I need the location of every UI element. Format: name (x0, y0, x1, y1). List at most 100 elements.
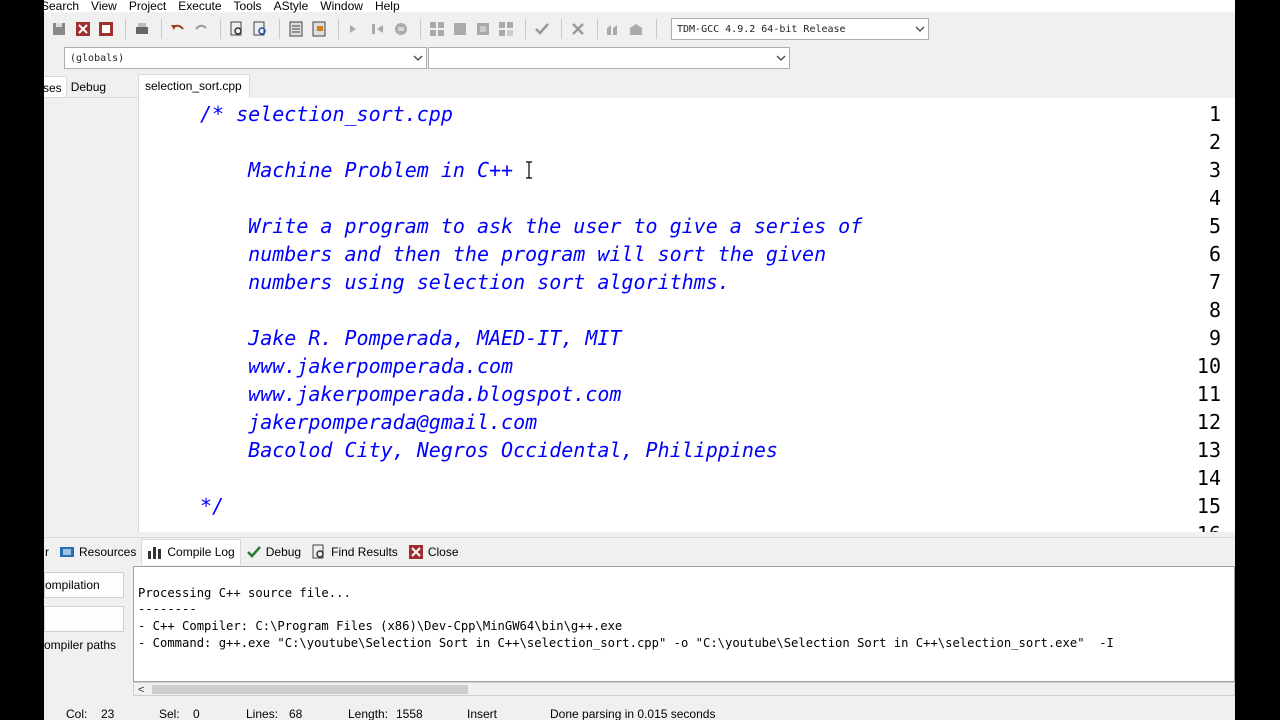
indent-icon[interactable] (345, 19, 365, 39)
tab-find-results[interactable]: Find Results (306, 540, 403, 564)
line-number: 11 (1196, 382, 1221, 406)
redo-icon[interactable] (191, 19, 211, 39)
menu-view[interactable]: View (85, 0, 123, 12)
tab-debug-bottom[interactable]: Debug (241, 540, 306, 564)
line-number: 14 (1196, 466, 1221, 490)
close-icon (408, 544, 424, 560)
tab-selection-sort-cpp[interactable]: selection_sort.cpp (138, 74, 250, 98)
left-panel-tabs: sses Debug (44, 76, 138, 98)
shorten-compiler-paths-label[interactable]: ompiler paths (44, 638, 116, 652)
code-line: jakerpomperada@gmail.com (200, 410, 538, 434)
compile-run-icon[interactable] (473, 19, 493, 39)
tab-debug[interactable]: Debug (67, 76, 110, 97)
scrollbar-thumb[interactable] (152, 685, 468, 694)
status-lines-value: 68 (289, 707, 303, 720)
member-select[interactable] (428, 47, 790, 69)
tab-debug-label: Debug (265, 544, 302, 559)
goto-line-icon[interactable] (286, 19, 306, 39)
bookmark-icon[interactable] (309, 19, 329, 39)
close-panel-button[interactable]: Close (403, 540, 464, 564)
project-options-icon[interactable] (627, 19, 647, 39)
line-number: 13 (1196, 438, 1221, 462)
status-col-value: 23 (101, 707, 115, 720)
abort-compilation-button[interactable]: ompilation (44, 572, 124, 598)
rebuild-icon[interactable] (496, 19, 516, 39)
compiler-select-value: TDM-GCC 4.9.2 64-bit Release (677, 23, 846, 35)
menu-bar: Search View Project Execute Tools AStyle… (44, 0, 1235, 12)
log-line: - Command: g++.exe "C:\youtube\Selection… (138, 636, 1114, 650)
compile-log-output[interactable]: Processing C++ source file... -------- -… (133, 566, 1235, 682)
tab-resources[interactable]: Resources (54, 540, 141, 564)
toggle-comment-icon[interactable] (391, 19, 411, 39)
line-number: 9 (1208, 326, 1221, 350)
code-line: numbers using selection sort algorithms. (200, 270, 730, 294)
tab-compiler-label: r (45, 544, 49, 559)
code-line: Machine Problem in C++ (200, 158, 514, 182)
compiler-select[interactable]: TDM-GCC 4.9.2 64-bit Release (671, 18, 929, 40)
undo-icon[interactable] (168, 19, 188, 39)
code-line: numbers and then the program will sort t… (200, 242, 827, 266)
code-line: www.jakerpomperada.com (200, 354, 514, 378)
line-number-gutter (139, 98, 187, 532)
new-project-icon[interactable] (604, 19, 624, 39)
line-number: 5 (1208, 214, 1221, 238)
status-length-value: 1558 (396, 707, 423, 720)
left-panel (44, 98, 132, 532)
menu-search[interactable]: Search (44, 0, 85, 12)
log-line: Processing C++ source file... (138, 586, 351, 600)
unindent-icon[interactable] (368, 19, 388, 39)
chevron-down-icon (776, 55, 786, 61)
compile-icon[interactable] (427, 19, 447, 39)
menu-execute[interactable]: Execute (172, 0, 227, 12)
log-horizontal-scrollbar[interactable]: < (133, 682, 1235, 696)
bar-chart-icon (147, 544, 163, 560)
line-number: 4 (1208, 186, 1221, 210)
line-number: 16 (1181, 520, 1221, 532)
side-blank-button[interactable] (44, 606, 124, 632)
scroll-left-icon[interactable]: < (138, 684, 144, 696)
code-line: */ (200, 494, 225, 518)
tab-compile-log-label: Compile Log (167, 545, 235, 559)
save-all-icon[interactable] (50, 19, 70, 39)
code-line: Bacolod City, Negros Occidental, Philipp… (200, 438, 778, 462)
menu-help[interactable]: Help (369, 0, 406, 12)
tab-compiler[interactable]: r (44, 540, 54, 564)
line-number: 6 (1208, 242, 1221, 266)
tab-classes[interactable]: sses (44, 76, 67, 97)
line-number: 8 (1208, 298, 1221, 322)
menu-window[interactable]: Window (314, 0, 369, 12)
log-line: -------- (138, 602, 197, 616)
chevron-down-icon (413, 55, 423, 61)
code-editor[interactable]: 1 /* selection_sort.cpp 2 3 Machine Problem… (138, 98, 1235, 532)
menu-astyle[interactable]: AStyle (268, 0, 315, 12)
tab-resources-label: Resources (79, 544, 137, 559)
close-file-icon[interactable] (73, 19, 93, 39)
replace-icon[interactable] (250, 19, 270, 39)
line-number: 2 (1208, 130, 1221, 154)
run-icon[interactable] (450, 19, 470, 39)
scope-select[interactable]: (globals) (64, 47, 427, 69)
line-number: 10 (1196, 354, 1221, 378)
line-number: 1 (1208, 102, 1221, 126)
text-cursor-icon (526, 161, 532, 179)
dev-cpp-window: Search View Project Execute Tools AStyle… (44, 0, 1235, 720)
menu-tools[interactable]: Tools (228, 0, 268, 12)
editor-tab-bar: selection_sort.cpp (138, 74, 1235, 98)
status-sel-label: Sel: (159, 707, 180, 720)
line-number: 15 (1196, 494, 1221, 518)
status-bar: Col: 23 Sel: 0 Lines: 68 Length: 1558 In… (44, 704, 1235, 720)
syntax-check-icon[interactable] (532, 19, 552, 39)
line-number: 3 (1208, 158, 1221, 182)
status-lines-label: Lines: (246, 707, 279, 720)
menu-project[interactable]: Project (123, 0, 172, 12)
stop-icon[interactable] (568, 19, 588, 39)
tab-compile-log[interactable]: Compile Log (141, 538, 241, 565)
class-toolbar: (globals) (44, 44, 1235, 72)
print-icon[interactable] (132, 19, 152, 39)
line-number: 7 (1208, 270, 1221, 294)
scope-select-value: (globals) (70, 52, 125, 64)
status-insert-mode: Insert (467, 707, 498, 720)
check-icon (246, 544, 262, 560)
find-icon[interactable] (227, 19, 247, 39)
close-all-icon[interactable] (96, 19, 116, 39)
